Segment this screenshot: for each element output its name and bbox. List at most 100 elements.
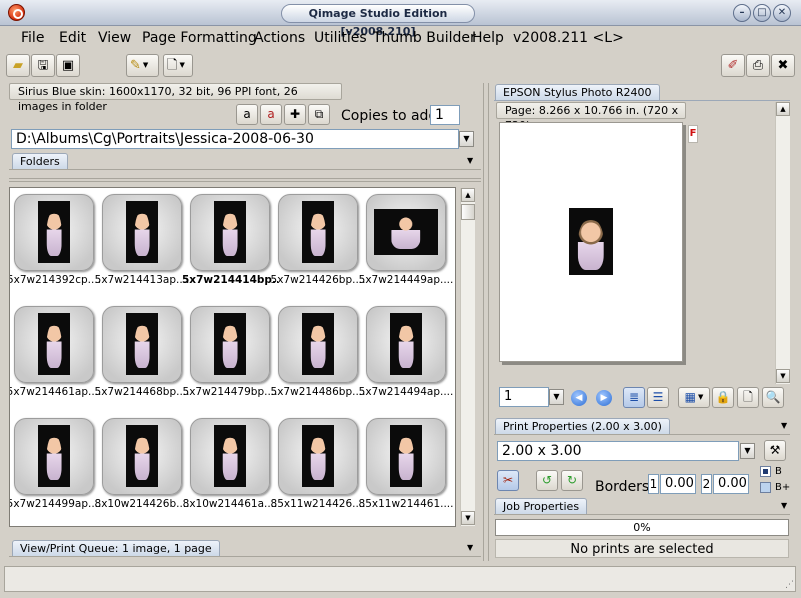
preview-scroll-up[interactable]: ▲ — [776, 102, 790, 116]
list-view-button[interactable]: ☰ — [647, 387, 669, 408]
open-folder-button[interactable]: ▰ — [6, 54, 30, 77]
scroll-thumb[interactable] — [461, 204, 475, 220]
close-button[interactable]: ✕ — [773, 4, 791, 22]
vertical-splitter[interactable] — [483, 83, 489, 561]
menu-help[interactable]: Help — [472, 30, 504, 46]
photo-subject — [222, 324, 238, 368]
thumbnail-label: 5x7w214486bp.... — [270, 386, 366, 398]
menu-edit[interactable]: Edit — [59, 30, 86, 46]
printer-tab[interactable]: EPSON Stylus Photo R2400 — [495, 84, 660, 100]
menu-file[interactable]: File — [21, 30, 44, 46]
remove-a-icon: a — [267, 107, 275, 121]
app-logo-icon[interactable] — [8, 4, 25, 21]
page-dropdown[interactable]: 🗋 ▼ — [163, 54, 193, 77]
folders-tab[interactable]: Folders — [12, 153, 68, 169]
thumbnail-item[interactable]: 5x7w214479bp.... — [183, 300, 277, 410]
thumbnail-item[interactable]: 5x7w214494ap.... — [359, 300, 453, 410]
grid-layout-dropdown[interactable]: ▦ ▼ — [678, 387, 710, 408]
prev-page-button[interactable]: ◀ — [571, 390, 587, 406]
thumbnail-photo — [38, 313, 70, 375]
remove-image-button[interactable]: a — [260, 104, 282, 125]
thumbnail-item[interactable]: 5x7w214413ap.... — [95, 188, 189, 298]
thumbnail-item[interactable]: 5x7w214449ap.... — [359, 188, 453, 298]
border-b-checkbox[interactable] — [760, 466, 771, 477]
path-dropdown-button[interactable]: ▼ — [459, 131, 474, 147]
menu-thumb-builder[interactable]: Thumb Builder — [373, 30, 476, 46]
add-copies-button[interactable]: ✚ — [284, 104, 306, 125]
queue-chevron-icon[interactable]: ▼ — [467, 543, 473, 552]
border-bplus-checkbox[interactable] — [760, 482, 771, 493]
maximize-button[interactable]: □ — [753, 4, 771, 22]
folder-icon: ▰ — [13, 58, 23, 73]
progress-text: 0% — [633, 521, 651, 534]
cancel-print-button[interactable]: ✖ — [771, 54, 795, 77]
thumbnail-scrollbar[interactable]: ▲ ▼ — [460, 188, 475, 526]
print-button[interactable]: ⎙ — [746, 54, 770, 77]
thumbnail-item[interactable]: 5x7w214392cp.... — [10, 188, 101, 298]
thumbnail-frame — [102, 306, 182, 383]
thumbnail-label: 5x7w214414bp.... — [182, 274, 278, 286]
thumbnail-item[interactable]: 85x11w214461.... — [359, 412, 453, 522]
menu-view[interactable]: View — [98, 30, 131, 46]
job-properties-chevron-icon[interactable]: ▼ — [781, 501, 787, 510]
splitter-handle[interactable] — [9, 178, 481, 182]
copies-input[interactable]: 1 — [430, 105, 460, 125]
preview-scroll-down[interactable]: ▼ — [776, 369, 790, 383]
arrow-left-icon: ◀ — [575, 393, 583, 403]
resize-grip-icon[interactable]: ⋰ — [785, 580, 794, 590]
menu-actions[interactable]: Actions — [254, 30, 305, 46]
thumbnail-label: 5x7w214392cp.... — [9, 274, 102, 286]
preview-scrollbar[interactable]: ▲ ▼ — [775, 102, 790, 384]
thumbnail-item[interactable]: 8x10w214461a.... — [183, 412, 277, 522]
thumbnail-item[interactable]: 5x7w214486bp.... — [271, 300, 365, 410]
save-button[interactable]: 🖫 — [31, 54, 55, 77]
edit-print-button[interactable]: ✐ — [721, 54, 745, 77]
photo-subject — [222, 212, 238, 256]
print-properties-tab[interactable]: Print Properties (2.00 x 3.00) — [495, 418, 670, 434]
thumbnail-item[interactable]: 5x7w214426bp.... — [271, 188, 365, 298]
add-pages-button[interactable]: ⧉ — [308, 104, 330, 125]
multi-plus-icon: ⧉ — [314, 107, 324, 121]
thumbnail-item[interactable]: 5x7w214461ap.... — [10, 300, 101, 410]
rotate-left-button[interactable]: ↺ — [536, 470, 558, 491]
camera-icon: ▣ — [61, 58, 75, 73]
thumbnail-item[interactable]: 5x7w214468bp.... — [95, 300, 189, 410]
print-size-dropdown[interactable]: ▼ — [740, 443, 755, 459]
next-page-button[interactable]: ▶ — [596, 390, 612, 406]
blank-page-button[interactable]: 🗋 — [737, 387, 759, 408]
print-properties-chevron-icon[interactable]: ▼ — [781, 421, 787, 430]
add-image-button[interactable]: a — [236, 104, 258, 125]
crop-button[interactable]: ✂ — [497, 470, 519, 491]
print-properties-line — [494, 434, 790, 435]
scroll-down-button[interactable]: ▼ — [461, 511, 475, 525]
border1-index: 1 — [648, 474, 659, 494]
page-marker-flag[interactable]: F — [688, 125, 698, 143]
thumbnail-item[interactable]: 5x7w214414bp.... — [182, 188, 278, 298]
wand-icon: ✎ — [130, 58, 141, 73]
preview-photo[interactable] — [569, 208, 613, 275]
thumbnail-item[interactable]: 85x11w214426.... — [271, 412, 365, 522]
page-number-dropdown[interactable]: ▼ — [549, 389, 564, 405]
thumbnail-item[interactable]: 8x10w214426b.... — [95, 412, 189, 522]
rotate-right-button[interactable]: ↻ — [561, 470, 583, 491]
job-properties-tab[interactable]: Job Properties — [495, 498, 588, 514]
print-size-select[interactable]: 2.00 x 3.00 — [497, 441, 739, 461]
lock-button[interactable]: 🔒 — [712, 387, 734, 408]
menu-page-formatting[interactable]: Page Formatting — [142, 30, 257, 46]
border2-input[interactable]: 0.00 — [713, 474, 749, 494]
path-combobox[interactable]: D:\Albums\Cg\Portraits\Jessica-2008-06-3… — [11, 129, 459, 149]
folders-chevron-icon[interactable]: ▼ — [467, 156, 473, 165]
page-number-select[interactable]: 1 — [499, 387, 549, 407]
minimize-button[interactable]: – — [733, 4, 751, 22]
thumbnail-label: 8x10w214461a.... — [182, 498, 278, 510]
print-size-tools-button[interactable]: ⚒ — [764, 440, 786, 461]
tools-dropdown[interactable]: ✎ ▼ — [126, 54, 159, 77]
thumbnail-item[interactable]: 5x7w214499ap.... — [10, 412, 101, 522]
menu-utilities[interactable]: Utilities — [314, 30, 367, 46]
scroll-up-button[interactable]: ▲ — [461, 188, 475, 202]
camera-button[interactable]: ▣ — [56, 54, 80, 77]
border1-input[interactable]: 0.00 — [660, 474, 696, 494]
queue-tab[interactable]: View/Print Queue: 1 image, 1 page — [12, 540, 220, 556]
zoom-page-button[interactable]: 🔍 — [762, 387, 784, 408]
single-page-view-button[interactable]: ≣ — [623, 387, 645, 408]
